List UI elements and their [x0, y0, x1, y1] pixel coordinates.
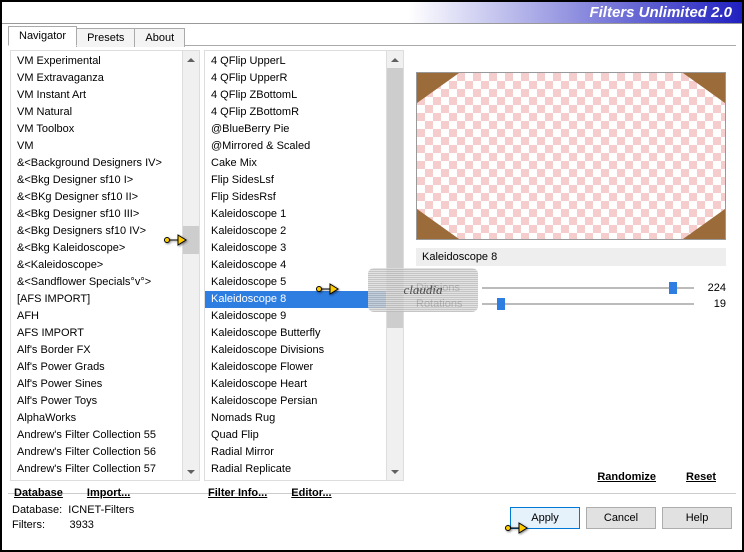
list-item[interactable]: Andrew's Filter Collection 55 [11, 427, 182, 444]
preview-image [416, 72, 726, 240]
list-item[interactable]: Alf's Border FX [11, 342, 182, 359]
list-item[interactable]: &<Bkg Designer sf10 I> [11, 172, 182, 189]
list-item[interactable]: VM Instant Art [11, 87, 182, 104]
slider-track[interactable] [482, 303, 694, 305]
preview-column: Kaleidoscope 8 Divisions 224 Rotations 19 R… [406, 46, 736, 493]
list-item[interactable]: Alf's Power Grads [11, 359, 182, 376]
link-database[interactable]: Database [14, 487, 63, 499]
list-item[interactable]: Kaleidoscope 1 [205, 206, 386, 223]
list-item[interactable]: VM [11, 138, 182, 155]
list-item[interactable]: &<Bkg Designer sf10 III> [11, 206, 182, 223]
slider-label: Rotations [416, 298, 476, 310]
list-item[interactable]: Kaleidoscope Divisions [205, 342, 386, 359]
list-item[interactable]: Kaleidoscope 3 [205, 240, 386, 257]
scroll-track[interactable] [183, 68, 199, 463]
list-item[interactable]: Alf's Power Sines [11, 376, 182, 393]
list-item[interactable]: Kaleidoscope Butterfly [205, 325, 386, 342]
slider-label: Divisions [416, 282, 476, 294]
slider-row: Divisions 224 [416, 282, 726, 294]
list-item[interactable]: @BlueBerry Pie [205, 121, 386, 138]
list-item[interactable]: [AFS IMPORT] [11, 291, 182, 308]
tab-navigator[interactable]: Navigator [8, 26, 77, 46]
tab-about[interactable]: About [134, 28, 185, 47]
slider-value: 19 [700, 298, 726, 310]
list-item[interactable]: 4 QFlip ZBottomL [205, 87, 386, 104]
list-item[interactable]: 4 QFlip ZBottomR [205, 104, 386, 121]
cancel-button[interactable]: Cancel [586, 507, 656, 529]
link-randomize[interactable]: Randomize [597, 471, 656, 483]
list-item[interactable]: Quad Flip [205, 427, 386, 444]
controls-panel: Kaleidoscope 8 Divisions 224 Rotations 19 [408, 248, 734, 314]
slider-thumb[interactable] [669, 282, 677, 294]
slider-value: 224 [700, 282, 726, 294]
scroll-thumb[interactable] [183, 226, 199, 254]
list-item[interactable]: 4 QFlip UpperR [205, 70, 386, 87]
list-item[interactable]: Kaleidoscope 2 [205, 223, 386, 240]
scroll-down-icon[interactable] [387, 463, 403, 480]
list-item[interactable]: Radial Mirror [205, 444, 386, 461]
category-list[interactable]: VM ExperimentalVM ExtravaganzaVM Instant… [11, 51, 182, 480]
list-item[interactable]: VM Toolbox [11, 121, 182, 138]
link-import[interactable]: Import... [87, 487, 130, 499]
scroll-down-icon[interactable] [183, 463, 199, 480]
apply-button[interactable]: Apply [510, 507, 580, 529]
list-item[interactable]: Flip SidesLsf [205, 172, 386, 189]
list-item[interactable]: &<Bkg Designers sf10 IV> [11, 223, 182, 240]
category-links: Database Import... [10, 481, 200, 505]
list-item[interactable]: &<Background Designers IV> [11, 155, 182, 172]
list-item[interactable]: Flip SidesRsf [205, 189, 386, 206]
list-item[interactable]: VM Experimental [11, 53, 182, 70]
link-editor[interactable]: Editor... [291, 487, 331, 499]
filter-list[interactable]: 4 QFlip UpperL4 QFlip UpperR4 QFlip ZBot… [205, 51, 386, 480]
scroll-up-icon[interactable] [387, 51, 403, 68]
list-item[interactable]: Cake Mix [205, 155, 386, 172]
list-item[interactable]: Radial Replicate [205, 461, 386, 478]
list-item[interactable]: AFS IMPORT [11, 325, 182, 342]
list-item[interactable]: Andrew's Filter Collection 56 [11, 444, 182, 461]
list-item[interactable]: Kaleidoscope Heart [205, 376, 386, 393]
list-item[interactable]: &<BKg Designer sf10 II> [11, 189, 182, 206]
list-item[interactable]: Kaleidoscope Persian [205, 393, 386, 410]
list-item[interactable]: &<Sandflower Specials°v°> [11, 274, 182, 291]
main-panel: VM ExperimentalVM ExtravaganzaVM Instant… [8, 45, 736, 493]
link-filter-info[interactable]: Filter Info... [208, 487, 267, 499]
scrollbar-filters[interactable] [386, 51, 403, 480]
slider-track[interactable] [482, 287, 694, 289]
list-item[interactable]: AlphaWorks [11, 410, 182, 427]
list-item[interactable]: Kaleidoscope 4 [205, 257, 386, 274]
list-item[interactable]: Kaleidoscope Flower [205, 359, 386, 376]
list-item[interactable]: Kaleidoscope 9 [205, 308, 386, 325]
scroll-thumb[interactable] [387, 68, 403, 328]
tab-presets[interactable]: Presets [76, 28, 135, 47]
list-item[interactable]: Nomads Rug [205, 410, 386, 427]
tab-strip: Navigator Presets About [8, 26, 742, 45]
app-title: Filters Unlimited 2.0 [589, 4, 732, 21]
list-item[interactable]: VM Extravaganza [11, 70, 182, 87]
filter-name-label: Kaleidoscope 8 [416, 248, 726, 266]
list-item[interactable]: @Mirrored & Scaled [205, 138, 386, 155]
filter-links: Filter Info... Editor... [204, 481, 404, 505]
title-bar: Filters Unlimited 2.0 [2, 2, 742, 24]
list-item[interactable]: Kaleidoscope 8 [205, 291, 386, 308]
scroll-up-icon[interactable] [183, 51, 199, 68]
link-reset[interactable]: Reset [686, 471, 716, 483]
status-text: Database: ICNET-Filters Filters: 3933 [12, 503, 510, 533]
category-column: VM ExperimentalVM ExtravaganzaVM Instant… [8, 46, 202, 493]
list-item[interactable]: Alf's Power Toys [11, 393, 182, 410]
list-item[interactable]: Andrew's Filter Collection 57 [11, 461, 182, 478]
scroll-track[interactable] [387, 68, 403, 463]
help-button[interactable]: Help [662, 507, 732, 529]
list-item[interactable]: &<Bkg Kaleidoscope> [11, 240, 182, 257]
filter-column: 4 QFlip UpperL4 QFlip UpperR4 QFlip ZBot… [202, 46, 406, 493]
list-item[interactable]: VM Natural [11, 104, 182, 121]
slider-row: Rotations 19 [416, 298, 726, 310]
preview-links: Randomize Reset [408, 465, 734, 489]
list-item[interactable]: Kaleidoscope 5 [205, 274, 386, 291]
list-item[interactable]: AFH [11, 308, 182, 325]
scrollbar-categories[interactable] [182, 51, 199, 480]
list-item[interactable]: &<Kaleidoscope> [11, 257, 182, 274]
list-item[interactable]: 4 QFlip UpperL [205, 53, 386, 70]
slider-thumb[interactable] [497, 298, 505, 310]
